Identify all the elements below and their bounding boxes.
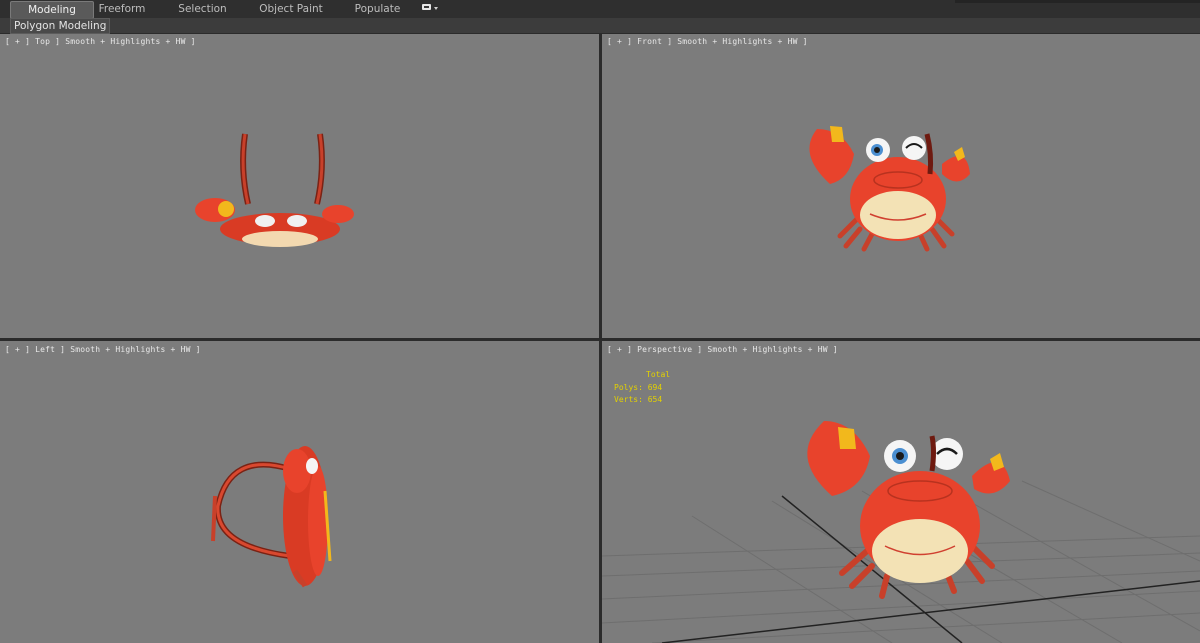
- ribbon-panel: [0, 18, 1200, 33]
- polygon-modeling-tab[interactable]: Polygon Modeling: [10, 18, 111, 34]
- perspective-grid: [602, 421, 1200, 643]
- tab-populate[interactable]: Populate: [350, 1, 405, 17]
- polygon-stats: Total Polys: 694 Verts: 654: [614, 369, 670, 407]
- ribbon-edge: [955, 0, 1200, 3]
- tab-freeform[interactable]: Freeform: [96, 1, 148, 17]
- viewport-left[interactable]: [0, 341, 599, 643]
- viewport-top[interactable]: [0, 34, 599, 338]
- crab-front-view: [809, 126, 970, 252]
- viewport-label-left[interactable]: [ + ] Left ] Smooth + Highlights + HW ]: [5, 345, 201, 354]
- viewport-label-perspective[interactable]: [ + ] Perspective ] Smooth + Highlights …: [607, 345, 838, 354]
- ribbon-options-icon[interactable]: [421, 3, 439, 14]
- crab-perspective-view: [807, 421, 1010, 599]
- stats-polys: Polys: 694: [614, 382, 663, 392]
- viewport-perspective[interactable]: Total Polys: 694 Verts: 654: [602, 341, 1200, 643]
- crab-top-view: [195, 133, 354, 247]
- viewport-label-front[interactable]: [ + ] Front ] Smooth + Highlights + HW ]: [607, 37, 808, 46]
- viewport-front[interactable]: [602, 34, 1200, 338]
- viewport-label-top[interactable]: [ + ] Top ] Smooth + Highlights + HW ]: [5, 37, 196, 46]
- tab-object-paint[interactable]: Object Paint: [256, 1, 326, 17]
- crab-left-view: [211, 446, 332, 588]
- tab-modeling[interactable]: Modeling: [10, 1, 94, 19]
- stats-verts: Verts: 654: [614, 395, 663, 404]
- stats-header: Total: [646, 370, 671, 379]
- tab-selection[interactable]: Selection: [175, 1, 230, 17]
